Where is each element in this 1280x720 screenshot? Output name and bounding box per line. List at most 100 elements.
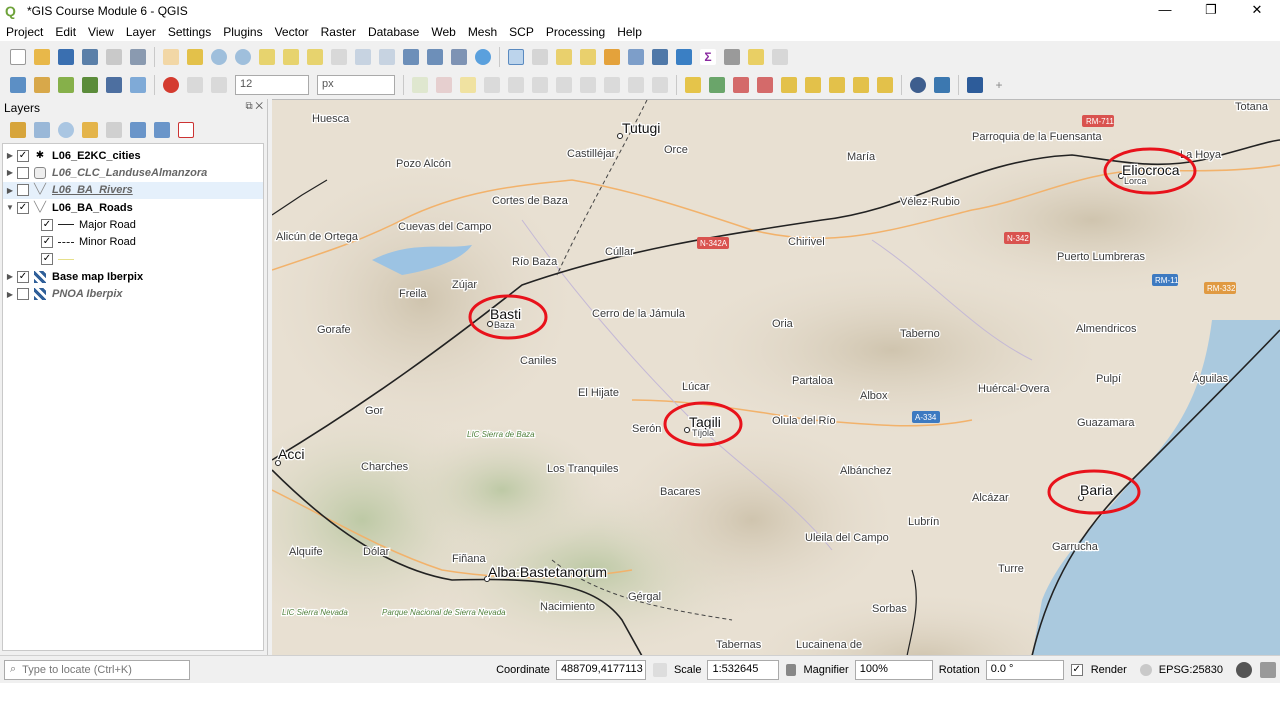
expand-arrow-icon[interactable]: ▶ [3, 272, 17, 281]
toggle-extents-icon[interactable] [652, 662, 667, 677]
menu-view[interactable]: View [82, 25, 120, 39]
label-diagram-icon[interactable] [709, 76, 725, 93]
select-features-icon[interactable] [556, 48, 572, 65]
menu-edit[interactable]: Edit [49, 25, 82, 39]
deselect-icon[interactable] [604, 48, 620, 65]
bookmark-icon[interactable] [451, 48, 467, 65]
move-label-icon[interactable] [781, 76, 797, 93]
layer-checkbox[interactable] [17, 184, 29, 197]
crosshair-icon[interactable]: + [991, 76, 1007, 93]
legend-item-minor-road[interactable]: ✓ Minor Road [3, 233, 263, 250]
paste-icon[interactable] [604, 76, 620, 93]
zoom-in-icon[interactable] [211, 48, 227, 65]
menu-processing[interactable]: Processing [540, 25, 611, 39]
select-by-value-icon[interactable] [580, 48, 596, 65]
virtual-layer-icon[interactable] [130, 76, 146, 93]
close-button[interactable]: ✕ [1234, 0, 1280, 22]
render-checkbox[interactable]: ✓ [1070, 663, 1083, 676]
edit-pencil-icon[interactable] [460, 76, 476, 93]
collapse-all-icon[interactable] [154, 122, 170, 138]
magnifier-spinbox[interactable]: 100% [854, 659, 933, 680]
expand-arrow-icon[interactable]: ▶ [3, 168, 17, 177]
new-map-view-icon[interactable] [403, 48, 419, 65]
digitize-icon[interactable] [412, 76, 428, 93]
menu-plugins[interactable]: Plugins [217, 25, 268, 39]
layer-checkbox[interactable]: ✓ [17, 201, 29, 214]
unit-combobox[interactable]: px [317, 74, 395, 95]
label-properties-icon[interactable] [853, 76, 869, 93]
menu-web[interactable]: Web [425, 25, 461, 39]
zoom-native-icon[interactable] [331, 48, 347, 65]
zoom-next-icon[interactable] [379, 48, 395, 65]
minimize-button[interactable]: — [1142, 0, 1188, 22]
attribute-table-icon[interactable] [628, 48, 644, 65]
zoom-last-icon[interactable] [355, 48, 371, 65]
measure-icon[interactable] [724, 48, 740, 65]
run-action-icon[interactable] [532, 48, 548, 65]
data-source-manager-icon[interactable] [10, 76, 26, 93]
crs-label[interactable]: EPSG:25830 [1159, 664, 1223, 676]
pan-hand-icon[interactable] [163, 48, 179, 65]
lock-scale-icon[interactable] [786, 663, 797, 676]
expand-arrow-icon[interactable]: ▶ [3, 151, 17, 160]
print-layout-icon[interactable] [106, 48, 122, 65]
globe-icon[interactable] [910, 76, 926, 93]
menu-help[interactable]: Help [611, 25, 648, 39]
zoom-out-icon[interactable] [235, 48, 251, 65]
menu-mesh[interactable]: Mesh [462, 25, 503, 39]
cut-icon[interactable] [556, 76, 572, 93]
zoom-layer-icon[interactable] [307, 48, 323, 65]
map-canvas[interactable]: RM-711 N-342A N-342 RM-11 RM-332 A-334 H… [272, 99, 1280, 655]
save-edits-icon[interactable] [484, 76, 500, 93]
zoom-full-icon[interactable] [259, 48, 275, 65]
new-project-icon[interactable] [10, 48, 26, 65]
manage-themes-icon[interactable] [58, 122, 74, 138]
coordinate-field[interactable]: 488709,4177113 [555, 659, 646, 680]
text-annotation-icon[interactable] [772, 48, 788, 65]
pan-to-selection-icon[interactable] [187, 48, 203, 65]
rotation-spinbox[interactable]: 0.0 ° [985, 659, 1064, 680]
collapse-arrow-icon[interactable]: ▼ [3, 203, 17, 212]
pin-labels-icon[interactable] [733, 76, 749, 93]
menu-project[interactable]: Project [0, 25, 49, 39]
layer-item-base-map[interactable]: ▶ ✓ Base map Iberpix [3, 268, 263, 285]
menu-layer[interactable]: Layer [120, 25, 162, 39]
save-as-icon[interactable] [82, 48, 98, 65]
style-panel-icon[interactable] [10, 122, 26, 138]
legend-checkbox[interactable]: ✓ [41, 253, 53, 266]
panel-float-close-icon[interactable]: ⧉ ✕ [245, 101, 263, 115]
identify-icon[interactable] [508, 48, 524, 65]
label-icon[interactable] [685, 76, 701, 93]
layout-manager-icon[interactable] [130, 48, 146, 65]
copy-icon[interactable] [580, 76, 596, 93]
undo-icon[interactable] [628, 76, 644, 93]
layer-checkbox[interactable]: ✓ [17, 149, 29, 162]
save-project-icon[interactable] [58, 48, 74, 65]
messages-icon[interactable] [1236, 661, 1252, 678]
layer-item-landuse[interactable]: ▶ L06_CLC_LanduseAlmanzora [3, 164, 263, 181]
menu-vector[interactable]: Vector [269, 25, 315, 39]
menu-settings[interactable]: Settings [162, 25, 217, 39]
layer-checkbox[interactable] [17, 166, 29, 179]
expand-all-icon[interactable] [130, 122, 146, 138]
snapping-icon[interactable] [163, 76, 179, 93]
filter-legend-icon[interactable] [82, 122, 98, 138]
menu-raster[interactable]: Raster [315, 25, 362, 39]
rotate-label-icon[interactable] [805, 76, 821, 93]
python-icon[interactable] [934, 76, 950, 93]
map-tips-icon[interactable] [748, 48, 764, 65]
zoom-selection-icon[interactable] [283, 48, 299, 65]
refresh-icon[interactable] [475, 48, 491, 65]
add-group-icon[interactable] [34, 122, 50, 138]
legend-checkbox[interactable]: ✓ [41, 236, 53, 249]
filter-expression-icon[interactable] [106, 122, 122, 138]
menu-scp[interactable]: SCP [503, 25, 540, 39]
show-hide-labels-icon[interactable] [757, 76, 773, 93]
redo-icon[interactable] [652, 76, 668, 93]
add-raster-icon[interactable] [82, 76, 98, 93]
legend-item-major-road[interactable]: ✓ Major Road [3, 216, 263, 233]
help-icon[interactable] [967, 76, 983, 93]
vertex-tool-icon[interactable] [508, 76, 524, 93]
layer-item-roads[interactable]: ▼ ✓ ╲╱ L06_BA_Roads [3, 199, 263, 216]
layer-checkbox[interactable]: ✓ [17, 270, 29, 283]
